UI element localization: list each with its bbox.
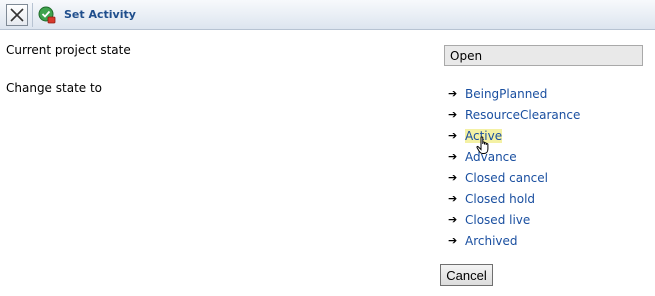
title-bar: Set Activity: [0, 0, 655, 30]
right-arrow-icon: ➔: [448, 192, 458, 205]
current-state-label: Current project state: [6, 43, 131, 57]
cancel-button[interactable]: Cancel: [440, 264, 493, 286]
window-title: Set Activity: [64, 8, 136, 21]
title-separator: [32, 3, 33, 27]
right-arrow-icon: ➔: [448, 108, 458, 121]
close-button[interactable]: [6, 4, 28, 26]
right-arrow-icon: ➔: [448, 150, 458, 163]
state-link-closed-hold[interactable]: Closed hold: [465, 192, 535, 206]
right-arrow-icon: ➔: [448, 129, 458, 142]
right-arrow-icon: ➔: [448, 213, 458, 226]
state-link-archived[interactable]: Archived: [465, 234, 518, 248]
right-arrow-icon: ➔: [448, 171, 458, 184]
state-link-resourceclearance[interactable]: ResourceClearance: [465, 108, 580, 122]
close-icon: [10, 8, 24, 22]
state-link-closed-live[interactable]: Closed live: [465, 213, 530, 227]
set-activity-icon: [38, 6, 56, 24]
change-state-label: Change state to: [6, 81, 103, 95]
state-link-beingplanned[interactable]: BeingPlanned: [465, 87, 547, 101]
right-arrow-icon: ➔: [448, 87, 458, 100]
current-state-field: Open: [444, 45, 643, 66]
hand-pointer-icon: [476, 136, 489, 154]
state-link-closed-cancel[interactable]: Closed cancel: [465, 171, 548, 185]
right-arrow-icon: ➔: [448, 234, 458, 247]
